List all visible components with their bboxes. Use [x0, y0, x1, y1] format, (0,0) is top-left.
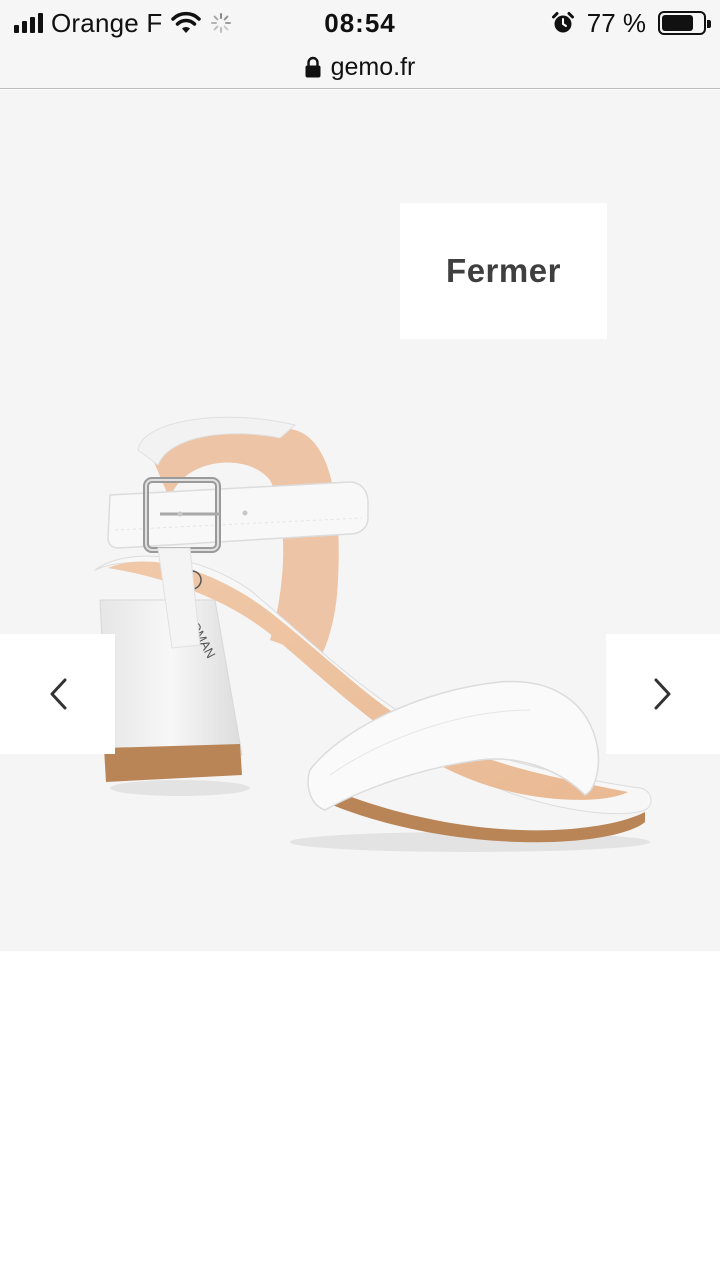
battery-cap [707, 20, 711, 28]
page-background [0, 951, 720, 1277]
close-button[interactable]: Fermer [400, 203, 607, 339]
status-right: 77 % [551, 7, 711, 38]
lock-icon [305, 56, 321, 78]
chevron-right-icon [652, 677, 674, 711]
chevron-left-icon [47, 677, 69, 711]
image-viewer: WOMAN Fermer [0, 90, 720, 951]
battery-percent: 77 % [586, 7, 646, 38]
battery-icon [658, 11, 711, 35]
previous-image-button[interactable] [0, 634, 115, 754]
status-bar: Orange F 08:54 77 % [0, 0, 720, 46]
url-text[interactable]: gemo.fr [331, 53, 416, 82]
battery-level [662, 15, 693, 31]
next-image-button[interactable] [606, 634, 720, 754]
alarm-icon [551, 11, 575, 35]
url-bar[interactable]: gemo.fr [0, 46, 720, 89]
product-image: WOMAN [80, 410, 670, 860]
